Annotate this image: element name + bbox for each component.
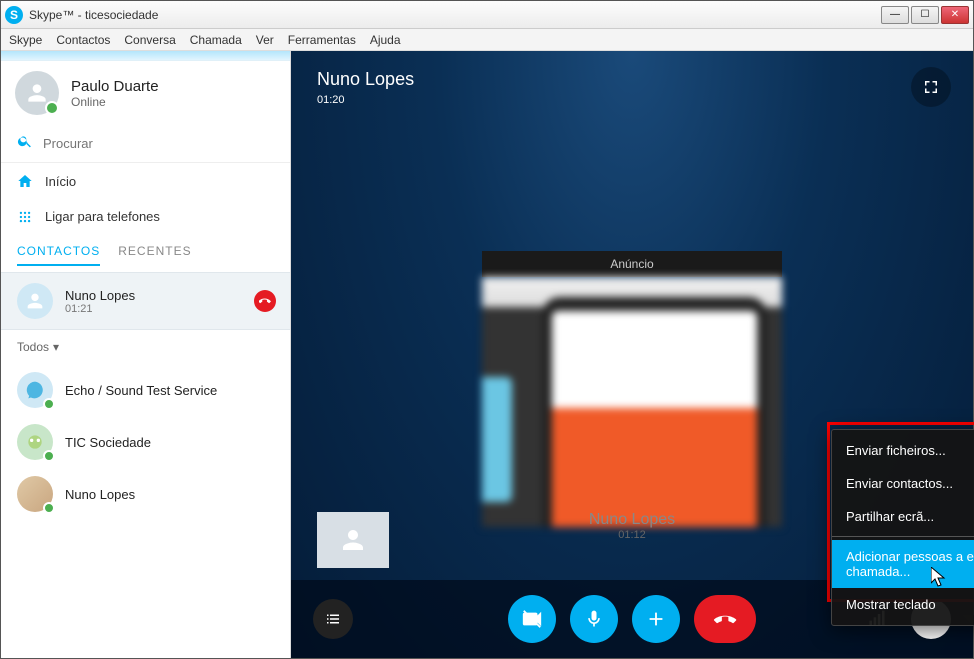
participant-name: Nuno Lopes: [589, 511, 675, 529]
search-input[interactable]: [43, 136, 274, 151]
plus-menu-popup: Enviar ficheiros... Enviar contactos... …: [831, 429, 974, 626]
mute-toggle-button[interactable]: [570, 595, 618, 643]
presence-online-icon: [43, 502, 55, 514]
contact-nuno[interactable]: Nuno Lopes: [1, 468, 290, 520]
main-area: Paulo Duarte Online Início Ligar para te…: [1, 51, 973, 658]
participant-time: 01:12: [589, 529, 675, 541]
hangup-button[interactable]: [694, 595, 756, 643]
active-contact-name: Nuno Lopes: [65, 288, 135, 303]
menu-separator: [832, 536, 974, 537]
active-conversation[interactable]: Nuno Lopes 01:21: [1, 272, 290, 330]
window-title: Skype™ - ticesociedade: [29, 8, 881, 22]
menu-send-contacts[interactable]: Enviar contactos...: [832, 467, 974, 500]
chevron-down-icon: ▾: [53, 340, 59, 354]
contact-name: Nuno Lopes: [65, 487, 135, 502]
menu-ferramentas[interactable]: Ferramentas: [288, 33, 356, 47]
contact-avatar: [17, 476, 53, 512]
contact-tic[interactable]: TIC Sociedade: [1, 416, 290, 468]
profile-status: Online: [71, 95, 159, 109]
menu-send-files[interactable]: Enviar ficheiros...: [832, 434, 974, 467]
presence-online-icon: [43, 398, 55, 410]
active-contact-time: 01:21: [65, 303, 135, 315]
window-controls: — ☐ ✕: [881, 6, 969, 24]
contact-name: Echo / Sound Test Service: [65, 383, 217, 398]
nav-home-label: Início: [45, 174, 76, 189]
menu-contactos[interactable]: Contactos: [56, 33, 110, 47]
profile-avatar: [15, 71, 59, 115]
menu-conversa[interactable]: Conversa: [124, 33, 175, 47]
ad-content[interactable]: [482, 277, 782, 527]
cloud-decoration: [1, 51, 290, 61]
maximize-button[interactable]: ☐: [911, 6, 939, 24]
call-duration: 01:20: [317, 94, 414, 106]
call-pane: Nuno Lopes 01:20 Anúncio Nuno Lopes 01:1…: [291, 51, 973, 658]
menu-skype[interactable]: Skype: [9, 33, 42, 47]
advertisement: Anúncio: [482, 251, 782, 527]
menu-add-people[interactable]: Adicionar pessoas a esta chamada...: [832, 540, 974, 588]
ad-label: Anúncio: [482, 251, 782, 277]
contact-avatar: [17, 372, 53, 408]
call-header: Nuno Lopes 01:20: [317, 69, 414, 106]
contact-echo[interactable]: Echo / Sound Test Service: [1, 364, 290, 416]
contact-name: TIC Sociedade: [65, 435, 151, 450]
menu-show-keypad[interactable]: Mostrar teclado: [832, 588, 974, 621]
menu-ajuda[interactable]: Ajuda: [370, 33, 401, 47]
search-icon: [17, 133, 33, 154]
profile-name: Paulo Duarte: [71, 78, 159, 95]
add-button[interactable]: [632, 595, 680, 643]
menu-share-screen[interactable]: Partilhar ecrã...: [832, 500, 974, 533]
home-icon: [17, 173, 33, 189]
hangup-mini-button[interactable]: [254, 290, 276, 312]
filter-label: Todos: [17, 340, 49, 354]
tab-contactos[interactable]: CONTACTOS: [17, 244, 100, 266]
minimize-button[interactable]: —: [881, 6, 909, 24]
profile-section[interactable]: Paulo Duarte Online: [1, 61, 290, 125]
active-avatar: [17, 283, 53, 319]
video-toggle-button[interactable]: [508, 595, 556, 643]
tab-recentes[interactable]: RECENTES: [118, 244, 191, 266]
call-options-button[interactable]: [313, 599, 353, 639]
nav-home[interactable]: Início: [1, 163, 290, 199]
skype-logo-icon: S: [5, 6, 23, 24]
fullscreen-button[interactable]: [911, 67, 951, 107]
presence-online-icon: [45, 101, 59, 115]
close-button[interactable]: ✕: [941, 6, 969, 24]
contact-avatar: [17, 424, 53, 460]
dialpad-icon: [17, 210, 33, 224]
window-titlebar: S Skype™ - ticesociedade — ☐ ✕: [1, 1, 973, 29]
participant-info: Nuno Lopes 01:12: [589, 511, 675, 541]
sidebar-tabs: CONTACTOS RECENTES: [1, 234, 290, 272]
call-contact-name: Nuno Lopes: [317, 69, 414, 90]
self-video-preview[interactable]: [317, 512, 389, 568]
contacts-filter[interactable]: Todos ▾: [1, 330, 290, 364]
menu-chamada[interactable]: Chamada: [190, 33, 242, 47]
nav-dial[interactable]: Ligar para telefones: [1, 199, 290, 234]
search-row[interactable]: [1, 125, 290, 163]
menu-bar: Skype Contactos Conversa Chamada Ver Fer…: [1, 29, 973, 51]
menu-ver[interactable]: Ver: [256, 33, 274, 47]
presence-online-icon: [43, 450, 55, 462]
nav-dial-label: Ligar para telefones: [45, 209, 160, 224]
sidebar: Paulo Duarte Online Início Ligar para te…: [1, 51, 291, 658]
